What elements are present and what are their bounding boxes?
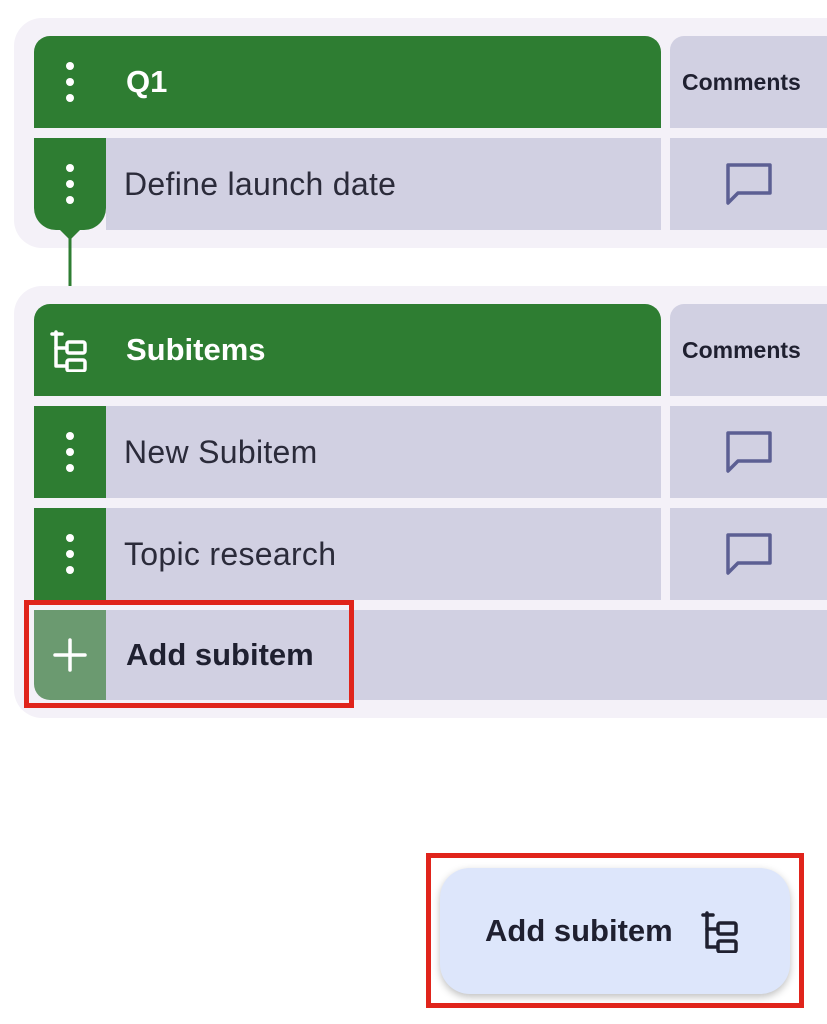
more-vert-icon[interactable]	[34, 36, 106, 128]
comment-icon[interactable]	[724, 161, 774, 207]
comment-cell[interactable]	[670, 406, 827, 498]
subitems-tree-icon	[34, 304, 106, 396]
highlight-add-subitem-row	[24, 600, 354, 708]
column-header-comments[interactable]: Comments	[670, 304, 827, 396]
item-name-cell[interactable]: Define launch date	[106, 138, 661, 230]
subitem-name-cell[interactable]: Topic research	[106, 508, 661, 600]
comment-cell[interactable]	[670, 138, 827, 230]
subitem-name-cell[interactable]: New Subitem	[106, 406, 661, 498]
comment-cell[interactable]	[670, 508, 827, 600]
more-vert-icon[interactable]	[34, 406, 106, 498]
subitems-title: Subitems	[126, 332, 266, 367]
highlight-add-subitem-fab	[426, 853, 804, 1008]
more-vert-icon[interactable]	[34, 138, 106, 230]
column-header-comments[interactable]: Comments	[670, 36, 827, 128]
more-vert-icon[interactable]	[34, 508, 106, 600]
comment-icon[interactable]	[724, 429, 774, 475]
comment-icon[interactable]	[724, 531, 774, 577]
group-title: Q1	[126, 64, 168, 99]
